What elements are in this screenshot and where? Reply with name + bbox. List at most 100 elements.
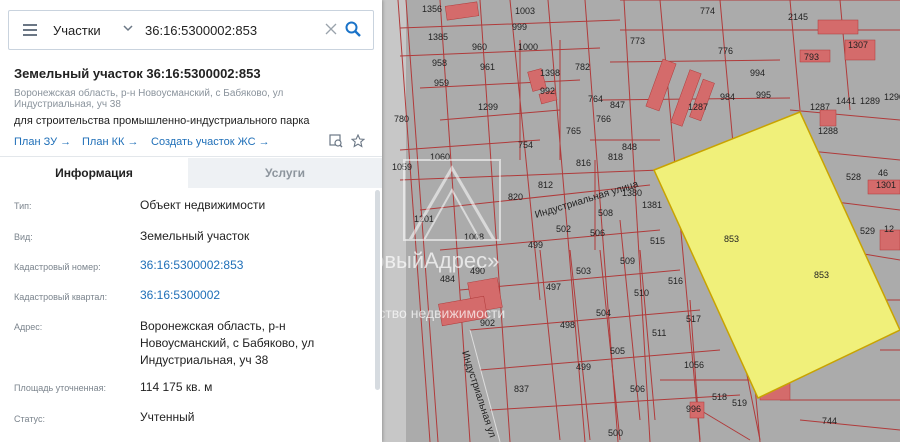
svg-text:1299: 1299 (478, 102, 498, 112)
svg-text:1356: 1356 (422, 4, 442, 14)
search-bar: Участки (8, 10, 374, 50)
svg-text:764: 764 (588, 94, 603, 104)
svg-text:506: 506 (590, 228, 605, 238)
plan-kk-link[interactable]: План КК → (82, 136, 138, 148)
svg-text:529: 529 (860, 226, 875, 236)
status-label: Статус: (14, 414, 45, 424)
svg-text:1307: 1307 (848, 40, 868, 50)
svg-text:1287: 1287 (810, 102, 830, 112)
svg-text:958: 958 (432, 58, 447, 68)
parcel-label-2: 853 (814, 270, 829, 280)
svg-text:996: 996 (686, 404, 701, 414)
svg-text:508: 508 (598, 208, 613, 218)
svg-text:1056: 1056 (684, 360, 704, 370)
svg-text:499: 499 (576, 362, 591, 372)
svg-text:776: 776 (718, 46, 733, 56)
measure-icon[interactable] (329, 134, 343, 148)
star-icon[interactable] (351, 134, 365, 148)
cadastral-number-label: Кадастровый номер: (14, 262, 101, 272)
svg-text:812: 812 (538, 180, 553, 190)
tab-services[interactable]: Услуги (188, 158, 382, 188)
address-line-2: Новоусманский, с Бабяково, ул (140, 336, 315, 350)
svg-text:506: 506 (630, 384, 645, 394)
svg-text:793: 793 (804, 52, 819, 62)
create-zhs-link[interactable]: Создать участок ЖС → (151, 136, 270, 148)
svg-text:504: 504 (596, 308, 611, 318)
cadastral-number-link[interactable]: 36:16:5300002:853 (140, 257, 243, 274)
svg-text:995: 995 (756, 90, 771, 100)
svg-text:505: 505 (610, 346, 625, 356)
svg-text:1441: 1441 (836, 96, 856, 106)
chevron-down-icon[interactable] (121, 21, 135, 35)
parcel-address-short: Воронежская область, р-н Новоусманский, … (14, 88, 284, 110)
kind-label: Вид: (14, 232, 33, 242)
svg-text:1398: 1398 (540, 68, 560, 78)
svg-text:497: 497 (546, 282, 561, 292)
svg-text:516: 516 (668, 276, 683, 286)
svg-text:959: 959 (434, 78, 449, 88)
svg-text:816: 816 (576, 158, 591, 168)
svg-text:1000: 1000 (518, 42, 538, 52)
svg-text:1288: 1288 (818, 126, 838, 136)
svg-text:510: 510 (634, 288, 649, 298)
search-icon[interactable] (345, 21, 361, 37)
svg-text:847: 847 (610, 100, 625, 110)
svg-text:515: 515 (650, 236, 665, 246)
svg-text:848: 848 (622, 142, 637, 152)
svg-text:754: 754 (518, 140, 533, 150)
svg-text:744: 744 (822, 416, 837, 426)
parcel-title: Земельный участок 36:16:5300002:853 (14, 66, 261, 81)
svg-text:765: 765 (566, 126, 581, 136)
svg-text:782: 782 (575, 62, 590, 72)
svg-text:1301: 1301 (876, 180, 896, 190)
svg-text:780: 780 (394, 114, 409, 124)
svg-text:484: 484 (440, 274, 455, 284)
address-line-3: Индустриальная, уч 38 (140, 353, 269, 367)
status-value: Учтенный (140, 410, 195, 424)
svg-text:766: 766 (596, 114, 611, 124)
type-value: Объект недвижимости (140, 198, 266, 212)
svg-text:1289: 1289 (860, 96, 880, 106)
svg-text:1381: 1381 (642, 200, 662, 210)
svg-text:1385: 1385 (428, 32, 448, 42)
svg-text:46: 46 (878, 168, 888, 178)
svg-text:1059: 1059 (392, 162, 412, 172)
clear-icon[interactable] (325, 23, 337, 35)
svg-text:503: 503 (576, 266, 591, 276)
divider (0, 156, 382, 157)
area-label: Площадь уточненная: (14, 383, 106, 393)
svg-text:820: 820 (508, 192, 523, 202)
panel-scrollbar[interactable] (375, 190, 380, 390)
parcel-purpose: для строительства промышленно-индустриал… (14, 115, 310, 127)
menu-icon[interactable] (23, 24, 37, 36)
svg-text:528: 528 (846, 172, 861, 182)
svg-text:1003: 1003 (515, 6, 535, 16)
svg-text:773: 773 (630, 36, 645, 46)
type-label: Тип: (14, 201, 32, 211)
svg-text:1287: 1287 (688, 102, 708, 112)
info-panel: Участки Земельный участок 36:16:5300002:… (0, 0, 382, 442)
tab-information[interactable]: Информация (0, 158, 188, 190)
cadastral-block-link[interactable]: 36:16:5300002 (140, 287, 220, 304)
svg-text:511: 511 (652, 328, 666, 338)
search-input[interactable] (145, 19, 321, 41)
svg-text:961: 961 (480, 62, 495, 72)
address-value: Воронежская область, р-н Новоусманский, … (140, 318, 370, 369)
search-type-select[interactable]: Участки (53, 23, 101, 38)
svg-text:774: 774 (700, 6, 715, 16)
address-line-1: Воронежская область, р-н (140, 319, 286, 333)
svg-text:818: 818 (608, 152, 623, 162)
svg-text:999: 999 (512, 22, 527, 32)
kind-value: Земельный участок (140, 229, 250, 243)
plan-zu-link[interactable]: План ЗУ → (14, 136, 71, 148)
svg-text:1290: 1290 (884, 92, 900, 102)
cadastral-block-label: Кадастровый квартал: (14, 292, 108, 302)
svg-text:994: 994 (750, 68, 765, 78)
svg-text:498: 498 (560, 320, 575, 330)
svg-text:519: 519 (732, 398, 747, 408)
svg-text:509: 509 (620, 256, 635, 266)
parcel-label-1: 853 (724, 234, 739, 244)
svg-text:502: 502 (556, 224, 571, 234)
area-value: 114 175 кв. м (140, 380, 213, 394)
svg-text:984: 984 (720, 92, 735, 102)
